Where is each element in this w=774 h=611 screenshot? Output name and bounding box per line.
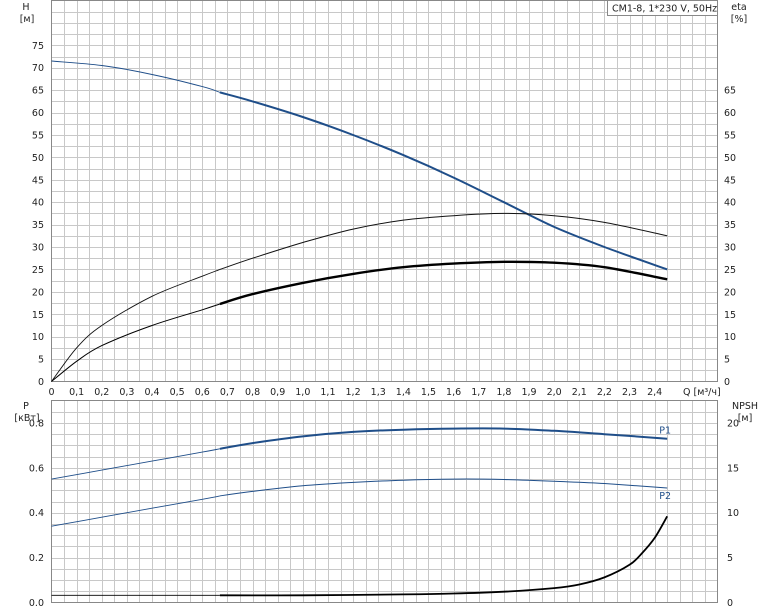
bottom-right-tick-labels: 05101520 xyxy=(727,418,739,609)
series-labels: P1 P2 xyxy=(659,426,671,502)
x-tick-label: 1,7 xyxy=(471,387,486,398)
x-tick-label: 2,0 xyxy=(547,387,562,398)
y-tick-label: 0.2 xyxy=(29,553,44,564)
y-tick-label: 55 xyxy=(724,130,736,141)
top-chart-curves xyxy=(51,60,668,382)
y-tick-label: 35 xyxy=(32,220,44,231)
y-tick-label: 5 xyxy=(727,553,733,564)
y-tick-label: 0.0 xyxy=(29,598,44,609)
y-tick-label: 20 xyxy=(32,287,44,298)
y-tick-label: 0.6 xyxy=(29,463,44,474)
top-left-axis-unit: [м] xyxy=(20,14,35,25)
y-tick-label: 45 xyxy=(32,175,44,186)
y-tick-label: 50 xyxy=(724,153,736,164)
y-tick-label: 30 xyxy=(32,243,44,254)
x-tick-label: 0,8 xyxy=(245,387,260,398)
curve-2-outside-range xyxy=(51,303,221,382)
x-tick-label: 1,9 xyxy=(521,387,536,398)
x-tick-label: 0,6 xyxy=(195,387,210,398)
x-tick-label: 1,3 xyxy=(371,387,386,398)
x-tick-label: 0,5 xyxy=(170,387,185,398)
top-left-tick-labels: 0 5 10 15 20 25 30 35 40 45 50 55 60 65 70 75 xyxy=(32,41,44,388)
y-tick-label: 0 xyxy=(727,598,733,609)
curve-0-outside-range xyxy=(51,60,221,93)
x-tick-label: 0,9 xyxy=(270,387,285,398)
y-tick-label: 50 xyxy=(32,153,44,164)
y-tick-label: 5 xyxy=(38,355,44,366)
top-right-axis-label: eta xyxy=(731,2,746,13)
x-tick-label: 1,2 xyxy=(346,387,361,398)
top-left-axis-label: H xyxy=(22,2,29,13)
top-right-axis-unit: [%] xyxy=(731,14,747,25)
y-tick-label: 25 xyxy=(32,265,44,276)
y-tick-label: 40 xyxy=(32,198,44,209)
bottom-chart-curves xyxy=(51,427,668,597)
x-tick-label: 2,4 xyxy=(647,387,662,398)
series-label-p2: P2 xyxy=(659,491,671,502)
x-tick-label: 1,0 xyxy=(295,387,310,398)
y-tick-label: 45 xyxy=(724,175,736,186)
x-tick-label: 1,8 xyxy=(496,387,511,398)
y-tick-label: 60 xyxy=(724,108,736,119)
x-tick-label: 0,2 xyxy=(94,387,109,398)
bottom-right-axis-label: NPSH xyxy=(732,401,758,412)
y-tick-label: 15 xyxy=(32,310,44,321)
x-tick-label: 1,1 xyxy=(320,387,335,398)
x-tick-label: 0,4 xyxy=(144,387,159,398)
y-tick-label: 40 xyxy=(724,198,736,209)
x-tick-label: 0,3 xyxy=(119,387,134,398)
series-label-p1: P1 xyxy=(659,426,671,437)
y-tick-label: 55 xyxy=(32,130,44,141)
y-tick-label: 0.4 xyxy=(29,508,44,519)
curve-bottom-1-operating-range xyxy=(219,478,668,497)
top-right-tick-labels: 0 5 10 15 20 25 30 35 40 45 50 55 60 65 xyxy=(724,86,736,388)
x-tick-label: 2,2 xyxy=(597,387,612,398)
y-tick-label: 15 xyxy=(724,310,736,321)
x-tick-label: 0,7 xyxy=(220,387,235,398)
curve-bottom-2-operating-range xyxy=(219,515,668,597)
y-tick-label: 10 xyxy=(32,332,44,343)
curve-1-operating-range xyxy=(219,212,668,270)
y-tick-label: 35 xyxy=(724,220,736,231)
top-chart-grid xyxy=(51,0,718,382)
y-tick-label: 65 xyxy=(32,86,44,97)
curve-2-operating-range xyxy=(219,260,668,306)
y-tick-label: 10 xyxy=(724,332,736,343)
y-tick-label: 65 xyxy=(724,86,736,97)
x-tick-label: 0 xyxy=(48,387,54,398)
y-tick-label: 5 xyxy=(724,355,730,366)
pump-curve-chart: 0 0,1 0,2 0,3 0,4 0,5 0,6 0,7 0,8 0,9 1,0 1,1 1,2 1,3… xyxy=(14,0,758,609)
x-tick-label: 2,1 xyxy=(572,387,587,398)
x-axis-label: Q [м³/ч] xyxy=(683,387,721,398)
y-tick-label: 15 xyxy=(727,463,739,474)
y-tick-label: 70 xyxy=(32,63,44,74)
y-tick-label: 10 xyxy=(727,508,739,519)
x-tick-label: 1,6 xyxy=(446,387,461,398)
chart-title: CM1-8, 1*230 V, 50Hz xyxy=(612,4,717,15)
x-tick-label: 0,1 xyxy=(69,387,84,398)
y-tick-label: 30 xyxy=(724,243,736,254)
x-tick-label: 2,3 xyxy=(622,387,637,398)
y-tick-label: 60 xyxy=(32,108,44,119)
x-tick-label: 1,5 xyxy=(421,387,436,398)
top-x-tick-labels: 0 0,1 0,2 0,3 0,4 0,5 0,6 0,7 0,8 0,9 1,0 1,1 1,2 1,3… xyxy=(48,387,662,398)
x-tick-label: 1,4 xyxy=(396,387,411,398)
bottom-left-tick-labels: 0.00.20.40.60.8 xyxy=(29,418,44,609)
y-tick-label: 0 xyxy=(724,377,730,388)
curve-bottom-1-outside-range xyxy=(51,495,220,527)
bottom-left-axis-label: P xyxy=(23,401,29,412)
y-tick-label: 0 xyxy=(38,377,44,388)
y-tick-label: 25 xyxy=(724,265,736,276)
curve-bottom-0-outside-range xyxy=(51,448,220,480)
y-tick-label: 20 xyxy=(724,287,736,298)
y-tick-label: 75 xyxy=(32,41,44,52)
bottom-right-axis-unit: [м] xyxy=(738,413,753,424)
bottom-left-axis-unit: [кВт] xyxy=(14,413,39,424)
